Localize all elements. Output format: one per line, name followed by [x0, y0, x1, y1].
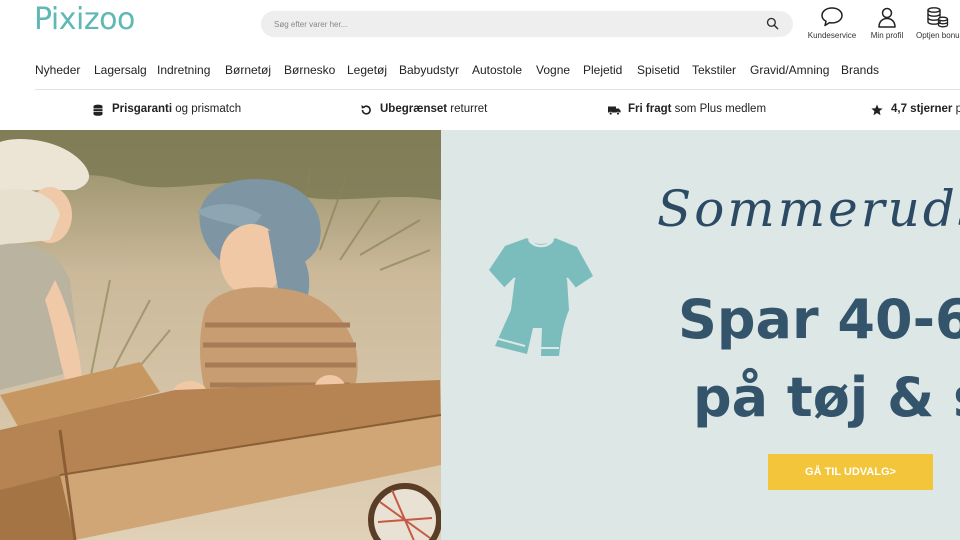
hero-script-title: Sommerudsalg [657, 180, 960, 238]
truck-icon [608, 106, 621, 116]
nav-divider [35, 89, 960, 90]
site-header: Pixizoo Kundeservice Min profil Optjen b… [0, 0, 960, 48]
search-bar[interactable] [261, 11, 793, 37]
nav-item-indretning[interactable]: Indretning [157, 63, 210, 77]
pixizoo-logo[interactable]: Pixizoo [34, 2, 135, 37]
nav-item-nyheder[interactable]: Nyheder [35, 63, 80, 77]
customer-service-label: Kundeservice [807, 31, 857, 40]
nav-item-plejetid[interactable]: Plejetid [583, 63, 622, 77]
coins-stack-icon [927, 7, 949, 28]
customer-service-link[interactable]: Kundeservice [806, 6, 858, 40]
usp-bold-text: Fri fragt [628, 103, 672, 115]
nav-item-bornetoj[interactable]: Børnetøj [225, 63, 271, 77]
main-navigation: Nyheder Lagersalg Indretning Børnetøj Bø… [0, 55, 960, 85]
coins-icon [93, 104, 103, 116]
chat-bubble-icon [821, 7, 843, 27]
my-profile-link[interactable]: Min profil [866, 6, 908, 40]
nav-item-autostole[interactable]: Autostole [472, 63, 522, 77]
usp-bold-text: Prisgaranti [112, 103, 173, 115]
usp-text: som Plus medlem [671, 103, 767, 115]
nav-item-lagersalg[interactable]: Lagersalg [94, 63, 147, 77]
my-profile-label: Min profil [870, 31, 904, 40]
nav-item-bornesko[interactable]: Børnesko [284, 63, 335, 77]
nav-item-brands[interactable]: Brands [841, 63, 879, 77]
nav-item-legetoj[interactable]: Legetøj [347, 63, 387, 77]
go-to-selection-button[interactable]: GÅ TIL UDVALG> [768, 454, 933, 490]
star-icon [871, 104, 883, 116]
nav-item-vogne[interactable]: Vogne [536, 63, 570, 77]
nav-item-spisetid[interactable]: Spisetid [637, 63, 680, 77]
search-icon[interactable] [766, 17, 779, 30]
baby-romper-icon [489, 238, 593, 356]
hero-discount-headline: Spar 40-60% [678, 288, 960, 351]
hero-photo-babies-in-wagon[interactable] [0, 130, 441, 540]
hero-banner-sale[interactable]: Sommerudsalg Spar 40-60% på tøj & sko GÅ… [441, 130, 960, 540]
usp-bold-text: 4,7 stjerner [891, 103, 953, 115]
hero-category-headline: på tøj & sko [693, 366, 960, 429]
usp-bold-text: Ubegrænset [380, 103, 448, 115]
earn-bonus-link[interactable]: Optjen bonus [914, 6, 960, 40]
nav-item-gravid-amning[interactable]: Gravid/Amning [750, 63, 829, 77]
usp-text: på [955, 103, 960, 115]
search-input[interactable] [274, 11, 754, 37]
usp-text: returret [447, 103, 488, 115]
nav-item-babyudstyr[interactable]: Babyudstyr [399, 63, 459, 77]
earn-bonus-label: Optjen bonus [916, 31, 960, 40]
user-icon [878, 7, 896, 28]
usp-text: og prismatch [172, 103, 242, 115]
nav-item-tekstiler[interactable]: Tekstiler [692, 63, 736, 77]
return-arrow-icon [361, 105, 371, 115]
